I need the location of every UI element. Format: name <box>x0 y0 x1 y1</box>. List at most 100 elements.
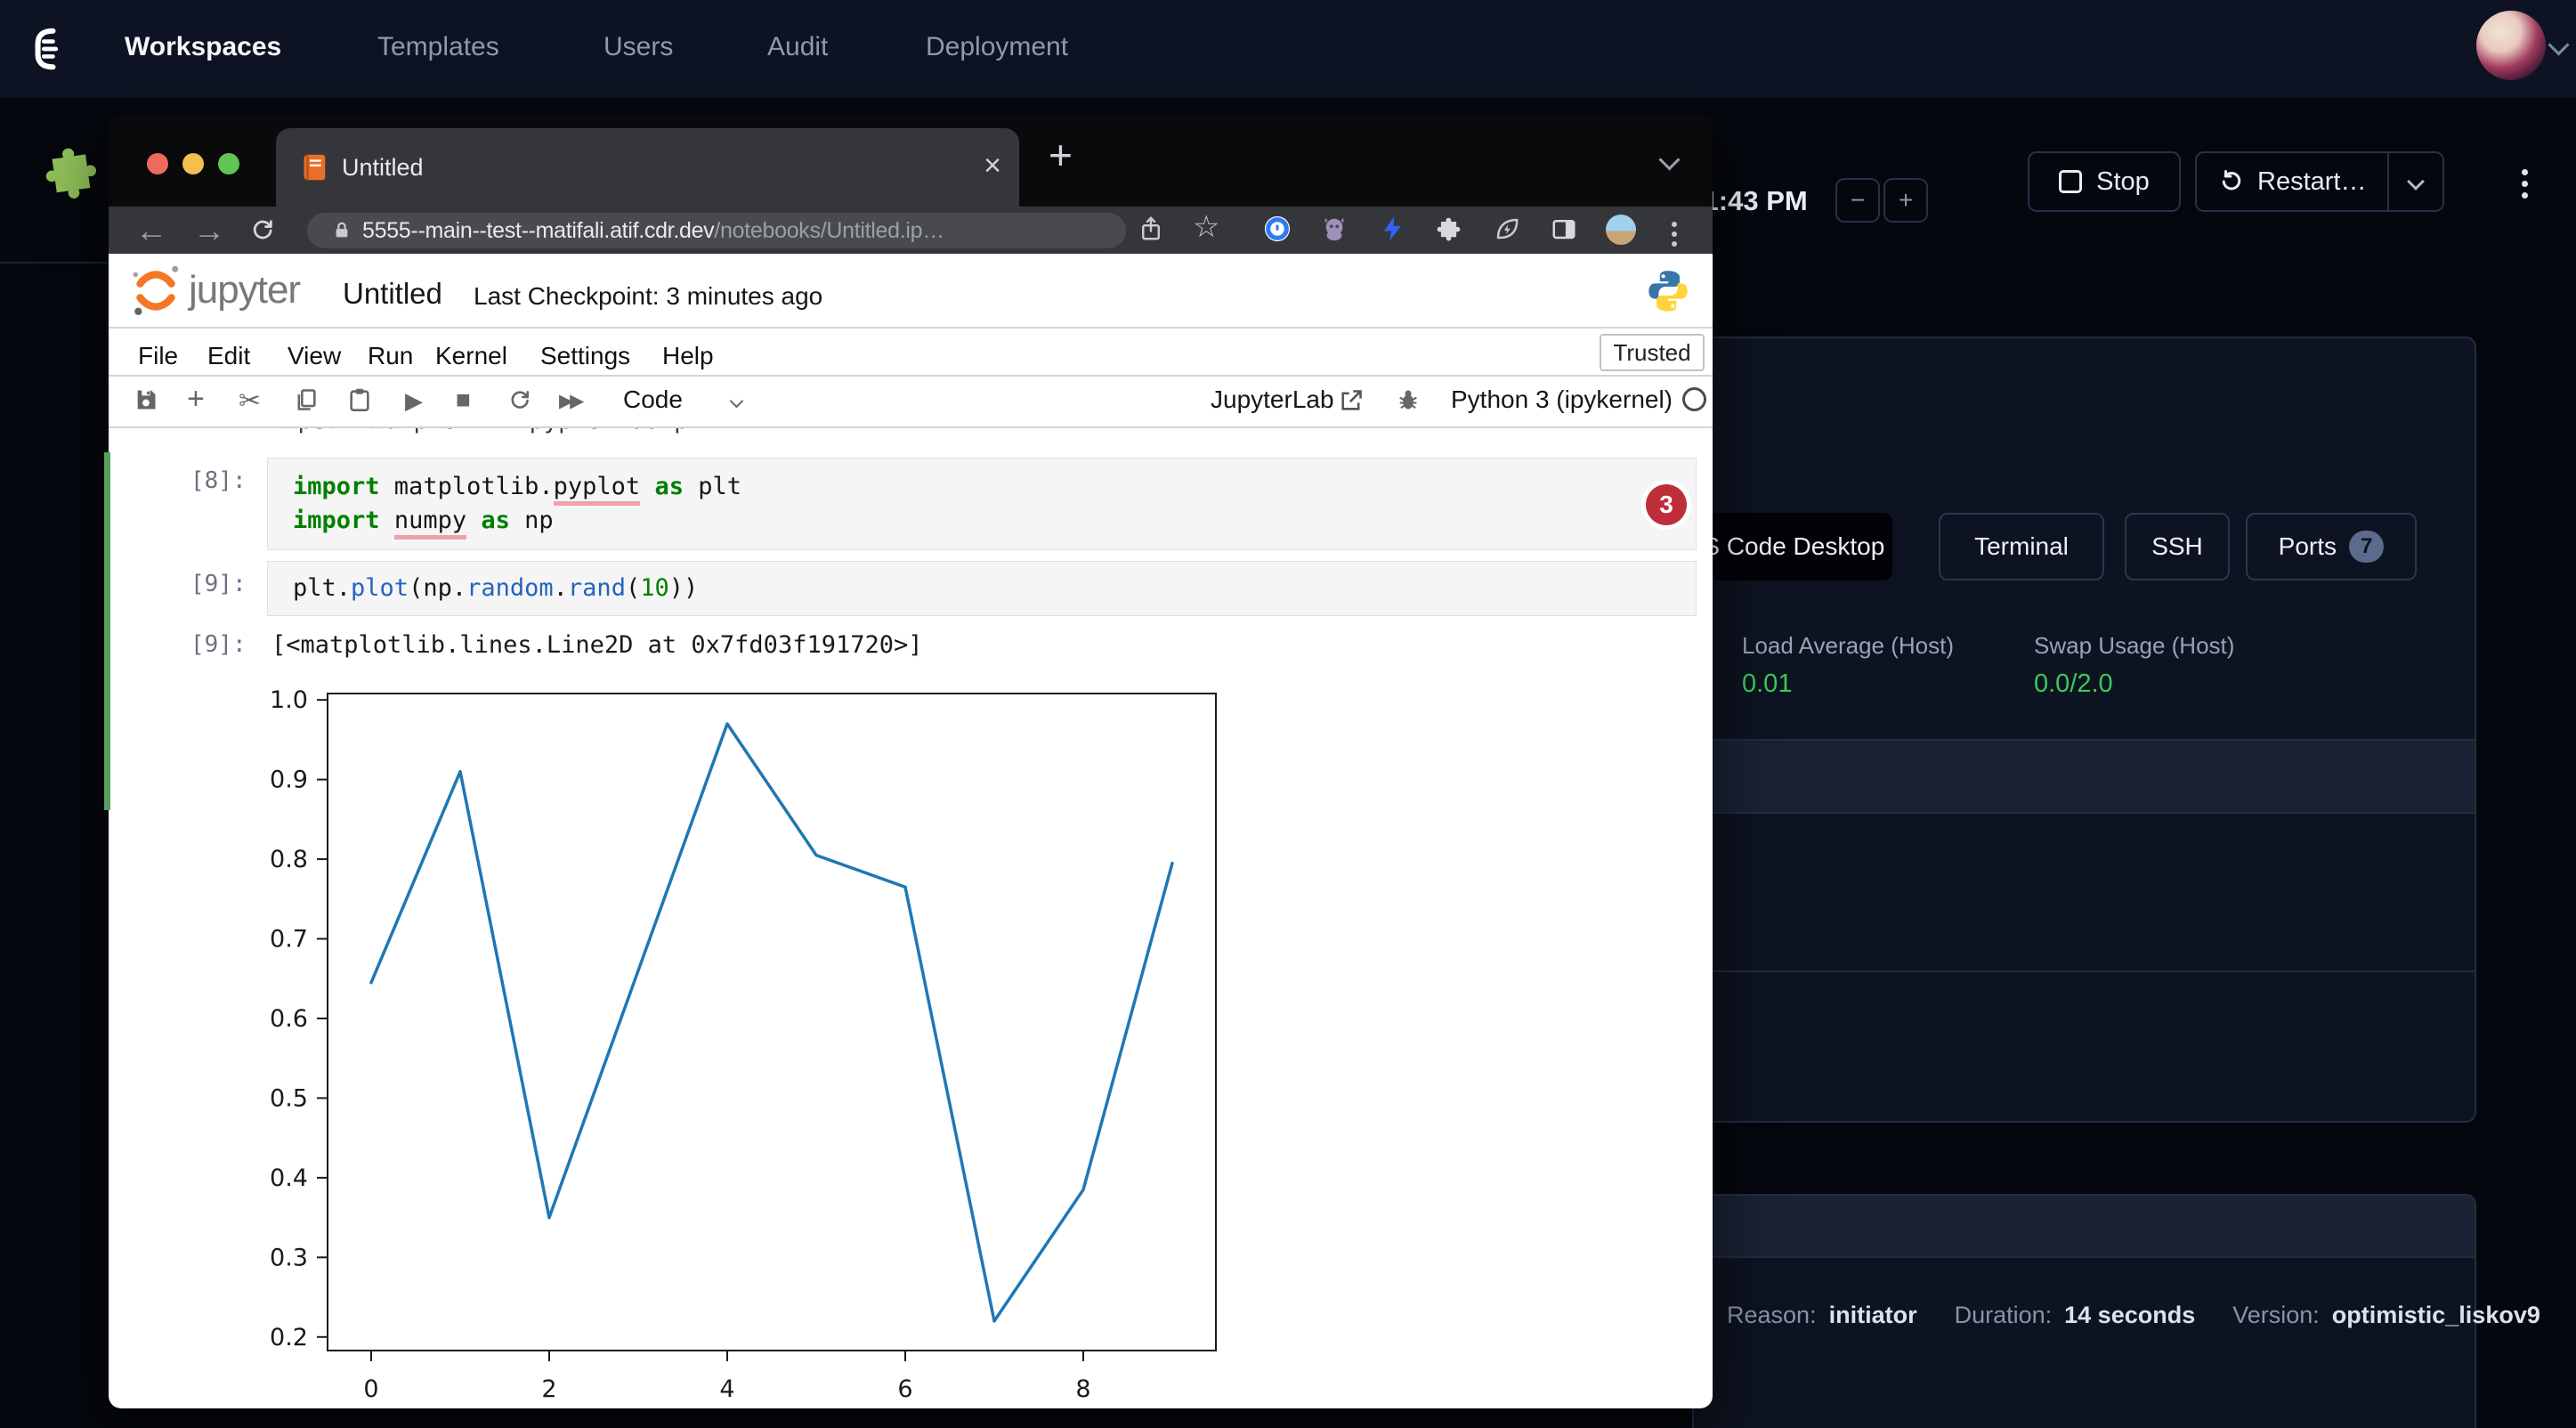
restart-run-all-icon[interactable]: ▶▶ <box>559 390 580 412</box>
load-average-value: 0.01 <box>1742 669 1792 699</box>
user-avatar[interactable] <box>2476 11 2546 80</box>
interrupt-kernel-icon[interactable]: ■ <box>456 385 471 414</box>
external-link-icon[interactable] <box>1339 388 1364 413</box>
nav-templates[interactable]: Templates <box>377 32 499 62</box>
build-meta: Reason:initiator Duration:14 seconds Ver… <box>1727 1302 2540 1329</box>
cell-type-chevron-icon[interactable] <box>732 394 741 410</box>
row-divider <box>1694 970 2475 972</box>
nav-workspaces[interactable]: Workspaces <box>125 32 281 62</box>
code-cell-8[interactable]: import matplotlib.pyplot as plt import n… <box>267 458 1697 550</box>
svg-text:6: 6 <box>897 1375 912 1403</box>
screen: Workspaces Templates Users Audit Deploym… <box>0 0 2576 1428</box>
browser-profile-avatar[interactable] <box>1606 215 1636 245</box>
version-value: optimistic_liskov9 <box>2332 1302 2540 1329</box>
new-tab-button[interactable]: + <box>1049 131 1073 179</box>
jupyter-favicon-icon <box>299 151 331 183</box>
svg-text:0.3: 0.3 <box>270 1244 308 1271</box>
insert-cell-icon[interactable]: + <box>187 382 205 417</box>
restart-icon <box>2218 168 2245 195</box>
chevron-down-icon[interactable] <box>2551 37 2566 57</box>
url-bar[interactable]: 5555--main--test--matifali.atif.cdr.dev/… <box>307 213 1126 248</box>
more-options-kebab[interactable] <box>2522 164 2529 204</box>
tab-ports[interactable]: Ports 7 <box>2246 513 2417 580</box>
debugger-bug-icon[interactable] <box>1396 387 1421 412</box>
checkpoint-text: Last Checkpoint: 3 minutes ago <box>474 282 822 311</box>
puzzle-piece-icon <box>41 139 108 206</box>
nav-audit[interactable]: Audit <box>767 32 828 62</box>
tab-terminal[interactable]: Terminal <box>1939 513 2104 580</box>
jupyter-wordmark: jupyter <box>189 268 300 312</box>
open-jupyterlab-link[interactable]: JupyterLab <box>1211 385 1334 414</box>
share-icon[interactable] <box>1138 215 1164 242</box>
copy-cells-icon[interactable] <box>294 387 319 412</box>
window-close-button[interactable] <box>147 153 168 174</box>
window-maximize-button[interactable] <box>218 153 239 174</box>
menu-run[interactable]: Run <box>368 337 413 375</box>
code-cell-9[interactable]: plt.plot(np.random.rand(10)) <box>267 561 1697 616</box>
back-button[interactable]: ← <box>135 208 167 253</box>
battery-saver-leaf-icon[interactable] <box>1494 215 1520 242</box>
nav-deployment[interactable]: Deployment <box>926 32 1068 62</box>
tab-search-chevron-icon[interactable] <box>1662 152 1677 172</box>
python-logo <box>1645 268 1691 314</box>
svg-text:4: 4 <box>719 1375 734 1403</box>
save-icon[interactable] <box>134 387 158 412</box>
cell-type-dropdown[interactable]: Code <box>623 385 683 414</box>
notebook-title[interactable]: Untitled <box>343 277 442 311</box>
ports-label: Ports <box>2279 532 2337 561</box>
badge-count: 3 <box>1646 484 1687 525</box>
split-screen-icon[interactable] <box>1551 215 1577 242</box>
kernel-name[interactable]: Python 3 (ipykernel) <box>1451 385 1673 414</box>
workspace-card <box>1692 337 2476 1123</box>
url-path: /notebooks/Untitled.ip… <box>714 218 944 243</box>
svg-text:0.4: 0.4 <box>270 1164 308 1192</box>
resource-row[interactable] <box>1694 739 2475 814</box>
window-minimize-button[interactable] <box>182 153 204 174</box>
menu-settings[interactable]: Settings <box>540 337 630 375</box>
build-row-header[interactable] <box>1694 1196 2475 1258</box>
stop-workspace-button[interactable]: Stop <box>2028 151 2181 212</box>
browser-titlebar: Untitled × + <box>109 115 1713 207</box>
nav-users[interactable]: Users <box>603 32 673 62</box>
bolt-extension-icon[interactable] <box>1380 215 1406 242</box>
version-label: Version: <box>2232 1302 2320 1329</box>
output-repr-text: [<matplotlib.lines.Line2D at 0x7fd03f191… <box>271 631 923 659</box>
restart-button[interactable]: Restart… <box>2197 153 2387 210</box>
cell9-prompt: [9]: <box>190 571 247 597</box>
browser-menu-kebab[interactable] <box>1672 217 1679 251</box>
extensions-puzzle-icon[interactable] <box>1437 215 1463 242</box>
menu-view[interactable]: View <box>288 337 341 375</box>
notification-badge[interactable]: 3 <box>1641 480 1691 530</box>
github-extension-icon[interactable] <box>1321 215 1348 242</box>
menu-help[interactable]: Help <box>662 337 714 375</box>
browser-tab[interactable]: Untitled × <box>276 128 1019 207</box>
jupyter-logo <box>128 263 183 318</box>
menu-file[interactable]: File <box>138 337 178 375</box>
run-cell-icon[interactable]: ▶ <box>405 387 423 415</box>
bookmark-star-icon[interactable]: ☆ <box>1193 205 1219 249</box>
zoom-out-button[interactable]: − <box>1835 178 1880 223</box>
url-text: 5555--main--test--matifali.atif.cdr.dev/… <box>362 213 944 248</box>
tab-ssh[interactable]: SSH <box>2125 513 2230 580</box>
workspace-status-bar <box>104 452 110 810</box>
reload-button[interactable] <box>249 217 276 244</box>
tab-close-icon[interactable]: × <box>984 128 1001 203</box>
stop-label: Stop <box>2096 167 2150 197</box>
svg-text:0.6: 0.6 <box>270 1005 308 1033</box>
svg-text:8: 8 <box>1075 1375 1090 1403</box>
restart-options-button[interactable] <box>2389 153 2442 210</box>
menu-kernel[interactable]: Kernel <box>435 337 507 375</box>
onepassword-extension-icon[interactable] <box>1264 215 1291 242</box>
cut-cells-icon[interactable]: ✂ <box>239 385 261 417</box>
zoom-in-button[interactable]: + <box>1883 178 1928 223</box>
svg-text:0.9: 0.9 <box>270 767 308 794</box>
paste-cells-icon[interactable] <box>347 387 372 412</box>
svg-text:2: 2 <box>541 1375 556 1403</box>
menu-edit[interactable]: Edit <box>207 337 250 375</box>
browser-window: Untitled × + ← → 5555--main--test--matif… <box>109 115 1713 1408</box>
restart-label: Restart… <box>2257 167 2366 197</box>
trusted-button[interactable]: Trusted <box>1600 334 1705 371</box>
ports-count-badge: 7 <box>2349 531 2384 563</box>
forward-button[interactable]: → <box>193 208 225 253</box>
restart-kernel-icon[interactable] <box>507 388 532 413</box>
